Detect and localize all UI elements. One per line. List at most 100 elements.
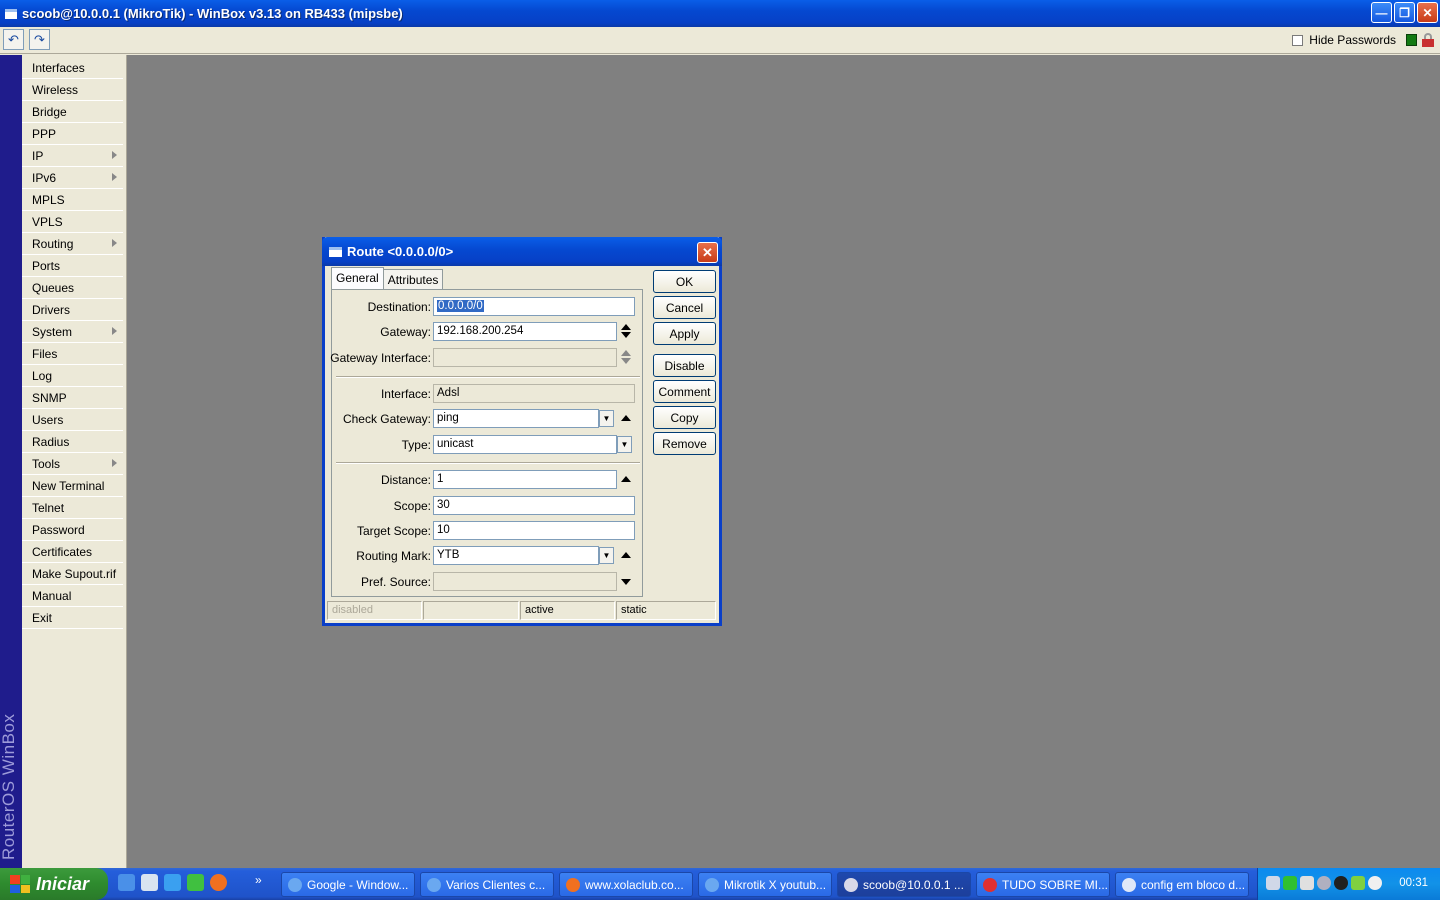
sidebar-item-ppp[interactable]: PPP [22, 123, 123, 145]
volume-tray-icon[interactable] [1368, 876, 1382, 890]
sidebar-item-log[interactable]: Log [22, 365, 123, 387]
sidebar-item-tools[interactable]: Tools [22, 453, 123, 475]
type-select[interactable]: unicast [433, 435, 617, 454]
sidebar-item-label: Ports [32, 259, 61, 273]
window-title: scoob@10.0.0.1 (MikroTik) - WinBox v3.13… [22, 6, 403, 21]
destination-row: Destination: 0.0.0.0/0 [332, 297, 644, 317]
sidebar-item-wireless[interactable]: Wireless [22, 79, 123, 101]
hide-passwords-toggle[interactable]: Hide Passwords [1292, 33, 1396, 47]
sidebar-item-system[interactable]: System [22, 321, 123, 343]
scope-input[interactable]: 30 [433, 496, 635, 515]
copy-button[interactable]: Copy [653, 406, 716, 429]
restore-button[interactable]: ❐ [1394, 2, 1415, 23]
gateway-add-icon[interactable] [621, 324, 631, 330]
sidebar-item-drivers[interactable]: Drivers [22, 299, 123, 321]
sidebar-item-radius[interactable]: Radius [22, 431, 123, 453]
distance-input[interactable]: 1 [433, 470, 617, 489]
sidebar-item-routing[interactable]: Routing [22, 233, 123, 255]
check-gateway-collapse-icon[interactable] [621, 415, 631, 421]
signal-tray-icon[interactable] [1283, 876, 1297, 890]
network-tray-icon[interactable] [1266, 876, 1280, 890]
dialog-close-button[interactable]: ✕ [697, 242, 718, 263]
gateway-remove-icon[interactable] [621, 332, 631, 338]
start-button[interactable]: Iniciar [0, 868, 108, 900]
sidebar-item-label: Log [32, 369, 53, 383]
disc-tray-icon[interactable] [1317, 876, 1331, 890]
sidebar-item-ports[interactable]: Ports [22, 255, 123, 277]
sidebar-item-label: System [32, 325, 73, 339]
taskbar-task-button[interactable]: Varios Clientes c... [420, 872, 554, 897]
sidebar-item-telnet[interactable]: Telnet [22, 497, 123, 519]
taskbar: Iniciar » Google - Window... Varios Clien… [0, 868, 1440, 900]
sidebar-item-exit[interactable]: Exit [22, 607, 123, 629]
routing-mark-collapse-icon[interactable] [621, 552, 631, 558]
gateway-interface-row: Gateway Interface: [330, 348, 644, 368]
distance-collapse-icon[interactable] [621, 476, 631, 482]
sidebar-item-password[interactable]: Password [22, 519, 123, 541]
taskbar-task-button[interactable]: www.xolaclub.co... [559, 872, 693, 897]
sidebar-item-users[interactable]: Users [22, 409, 123, 431]
routing-mark-select[interactable]: YTB [433, 546, 599, 565]
taskbar-task-button[interactable]: Mikrotik X youtub... [698, 872, 832, 897]
firefox-quicklaunch-icon[interactable] [210, 874, 227, 891]
disable-button[interactable]: Disable [653, 354, 716, 377]
separator [336, 462, 640, 464]
sidebar-item-certificates[interactable]: Certificates [22, 541, 123, 563]
sidebar-item-interfaces[interactable]: Interfaces [22, 57, 123, 79]
sidebar-item-ip[interactable]: IP [22, 145, 123, 167]
sidebar-item-snmp[interactable]: SNMP [22, 387, 123, 409]
taskbar-task-button[interactable]: Google - Window... [281, 872, 415, 897]
remove-button[interactable]: Remove [653, 432, 716, 455]
status-empty [423, 601, 519, 620]
sidebar-item-make-supout-rif[interactable]: Make Supout.rif [22, 563, 123, 585]
destination-input[interactable]: 0.0.0.0/0 [433, 297, 635, 316]
undo-button[interactable]: ↶ [3, 29, 24, 50]
hide-passwords-checkbox[interactable] [1292, 34, 1304, 46]
sidebar-item-manual[interactable]: Manual [22, 585, 123, 607]
redo-icon: ↷ [34, 31, 45, 47]
gateway-interface-input[interactable] [433, 348, 617, 367]
destination-label: Destination: [367, 300, 431, 314]
taskbar-task-button[interactable]: scoob@10.0.0.1 ... [837, 872, 971, 897]
apply-button[interactable]: Apply [653, 322, 716, 345]
pref-source-input[interactable] [433, 572, 617, 591]
sidebar-item-vpls[interactable]: VPLS [22, 211, 123, 233]
ie-quicklaunch-icon[interactable] [118, 874, 135, 891]
type-dropdown-button[interactable]: ▼ [617, 436, 632, 453]
sidebar-item-files[interactable]: Files [22, 343, 123, 365]
sidebar-item-new-terminal[interactable]: New Terminal [22, 475, 123, 497]
comment-button[interactable]: Comment [653, 380, 716, 403]
redo-button[interactable]: ↷ [29, 29, 50, 50]
taskbar-task-button[interactable]: config em bloco d... [1115, 872, 1249, 897]
task-label: Mikrotik X youtub... [724, 877, 827, 892]
minimize-button[interactable]: — [1371, 2, 1392, 23]
sidebar-item-queues[interactable]: Queues [22, 277, 123, 299]
gateway-input[interactable]: 192.168.200.254 [433, 322, 617, 341]
check-gateway-select[interactable]: ping [433, 409, 599, 428]
type-row: Type: unicast ▼ [332, 435, 644, 455]
sidebar-item-ipv6[interactable]: IPv6 [22, 167, 123, 189]
messenger-quicklaunch-icon[interactable] [187, 874, 204, 891]
sidebar-item-label: Tools [32, 457, 61, 471]
sidebar-item-bridge[interactable]: Bridge [22, 101, 123, 123]
security-tray-icon[interactable] [1351, 876, 1365, 890]
tab-general[interactable]: General [331, 267, 384, 290]
close-button[interactable]: ✕ [1417, 2, 1438, 23]
system-tray: 00:31 [1257, 868, 1440, 900]
cancel-button[interactable]: Cancel [653, 296, 716, 319]
routing-mark-dropdown-button[interactable]: ▼ [599, 547, 614, 564]
check-gateway-dropdown-button[interactable]: ▼ [599, 410, 614, 427]
media-tray-icon[interactable] [1334, 876, 1348, 890]
desktop-quicklaunch-icon[interactable] [141, 874, 158, 891]
route-dialog-title-bar[interactable]: Route <0.0.0.0/0> ✕ [322, 237, 722, 266]
target-scope-input[interactable]: 10 [433, 521, 635, 540]
pref-source-expand-icon[interactable] [621, 579, 631, 585]
ie-alt-quicklaunch-icon[interactable] [164, 874, 181, 891]
distance-label: Distance: [380, 473, 431, 487]
sidebar-item-mpls[interactable]: MPLS [22, 189, 123, 211]
taskbar-task-button[interactable]: TUDO SOBRE MI... [976, 872, 1110, 897]
quicklaunch-overflow-icon[interactable]: » [255, 873, 262, 887]
ok-button[interactable]: OK [653, 270, 716, 293]
window-title-bar[interactable]: scoob@10.0.0.1 (MikroTik) - WinBox v3.13… [0, 0, 1440, 27]
user-tray-icon[interactable] [1300, 876, 1314, 890]
